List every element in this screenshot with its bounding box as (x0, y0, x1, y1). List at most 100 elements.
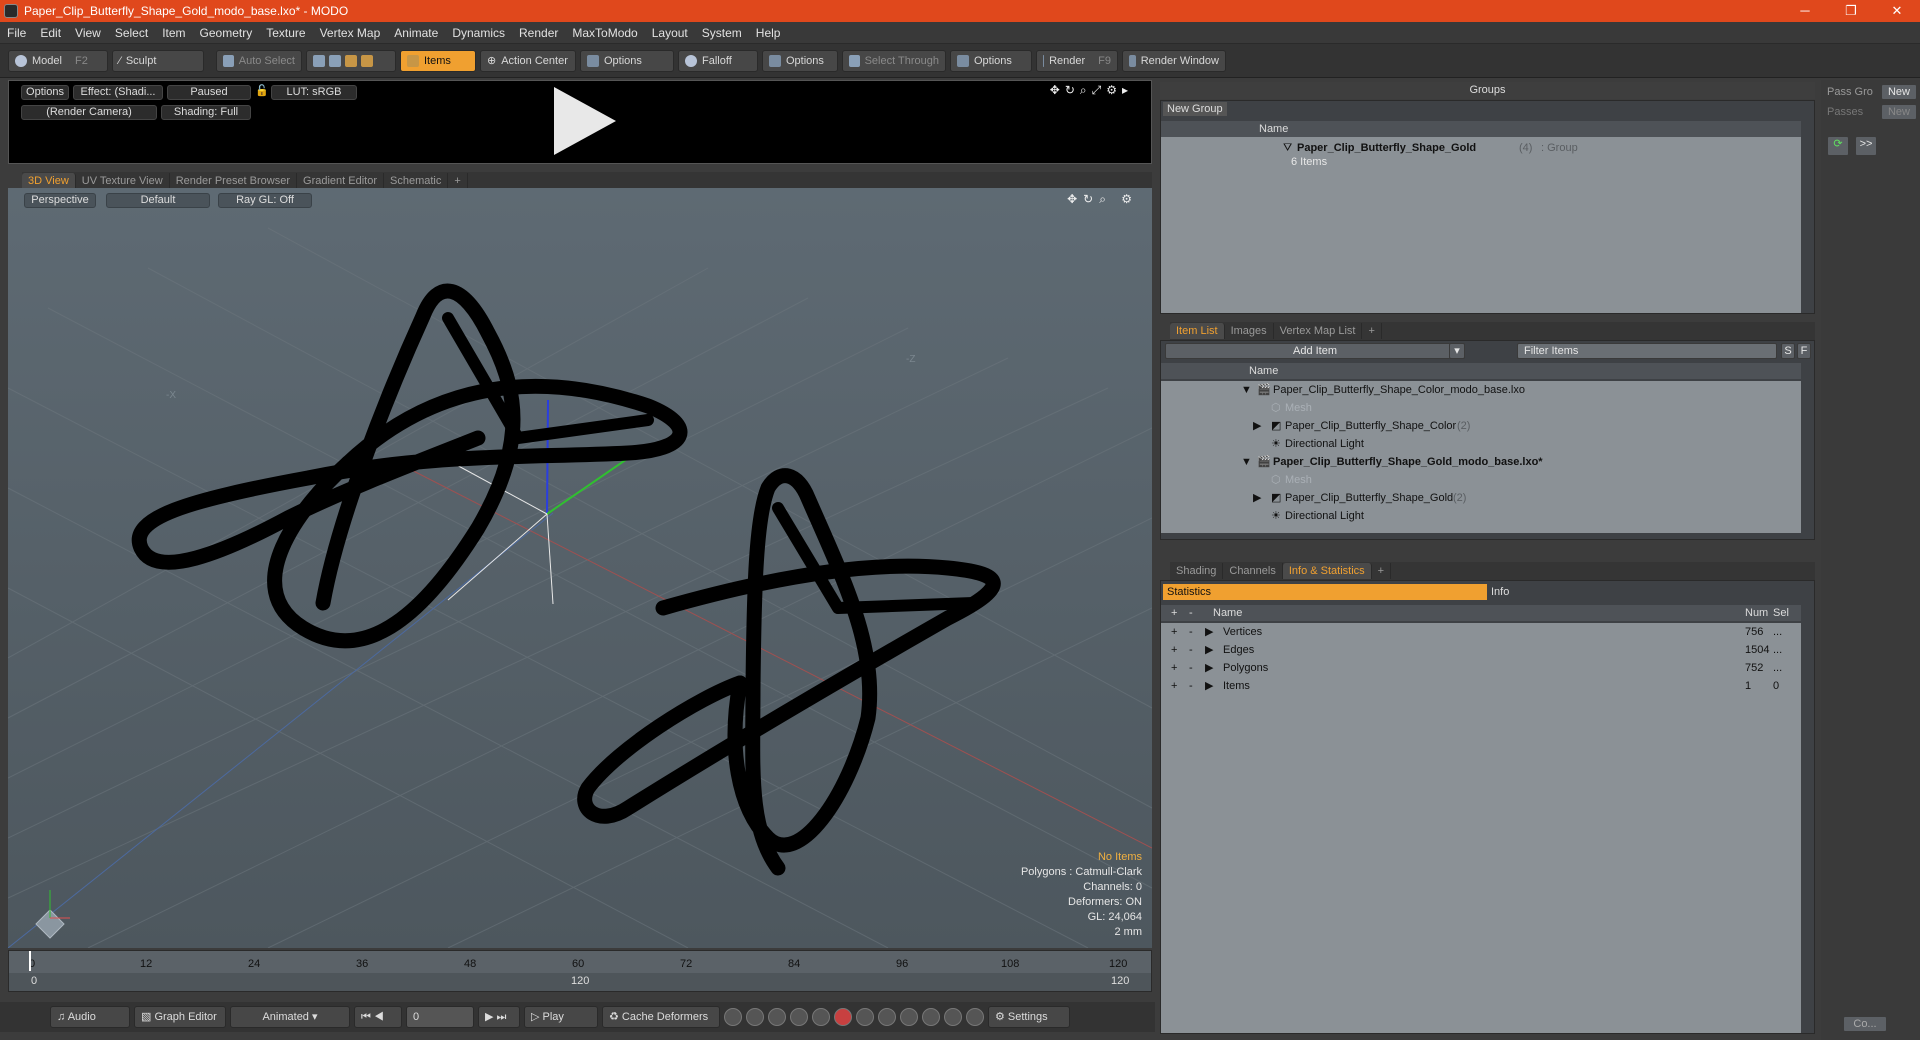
graph-editor-button[interactable]: ▧ Graph Editor (134, 1006, 226, 1028)
stats-expand-all[interactable]: + (1171, 605, 1177, 621)
select-through-button[interactable]: Select Through (842, 49, 946, 72)
keyframe-icon[interactable] (746, 1008, 764, 1026)
cache-deformers-button[interactable]: ♻ Cache Deformers (602, 1006, 720, 1028)
row-expand-icon[interactable]: + (1171, 659, 1177, 677)
animated-dropdown[interactable]: Animated ▾ (230, 1006, 350, 1028)
tab-images[interactable]: Images (1225, 323, 1274, 339)
model-mode-button[interactable]: Model F2 (8, 49, 108, 72)
minimize-button[interactable]: ─ (1782, 0, 1828, 22)
render-camera-dropdown[interactable]: (Render Camera) (21, 105, 157, 120)
row-expand-icon[interactable]: + (1171, 623, 1177, 641)
mesh-row-gold[interactable]: ⬡ Mesh (1161, 471, 1801, 489)
select-through-options-button[interactable]: Options (950, 49, 1032, 72)
tab-shading[interactable]: Shading (1170, 563, 1224, 579)
close-button[interactable]: ✕ (1874, 0, 1920, 22)
row-collapse-icon[interactable]: - (1189, 659, 1193, 677)
restore-button[interactable]: ❐ (1828, 0, 1874, 22)
row-expand-icon[interactable]: + (1171, 641, 1177, 659)
locator-row-gold[interactable]: ▶ ◩ Paper_Clip_Butterfly_Shape_Gold (2) (1161, 489, 1801, 507)
menu-vertex-map[interactable]: Vertex Map (313, 26, 388, 40)
filter-f-button[interactable]: F (1797, 343, 1811, 359)
new-pass-button[interactable]: New (1881, 104, 1917, 120)
scene-row-color[interactable]: ▼ 🎬 Paper_Clip_Butterfly_Shape_Color_mod… (1161, 381, 1801, 399)
audio-button[interactable]: ♫ Audio (50, 1006, 130, 1028)
menu-select[interactable]: Select (108, 26, 155, 40)
range-bar[interactable]: 0 120 120 (9, 973, 1151, 991)
materials-mode-icon[interactable] (361, 54, 373, 67)
play-button[interactable]: ▷ Play (524, 1006, 598, 1028)
stats-row-edges[interactable]: + - ▶ Edges 1504 ... (1161, 641, 1801, 659)
play-preview-icon[interactable] (554, 87, 616, 155)
new-group-button[interactable]: New Group (1163, 102, 1227, 116)
first-key-icon[interactable] (878, 1008, 896, 1026)
last-key-icon[interactable] (900, 1008, 918, 1026)
menu-animate[interactable]: Animate (387, 26, 445, 40)
tab-gradient-editor[interactable]: Gradient Editor (297, 173, 384, 189)
record-icon[interactable] (834, 1008, 852, 1026)
light-row-color[interactable]: ☀ Directional Light (1161, 435, 1801, 453)
tab-info-statistics[interactable]: Info & Statistics (1282, 563, 1372, 579)
stats-row-items[interactable]: + - ▶ Items 1 0 (1161, 677, 1801, 695)
menu-view[interactable]: View (68, 26, 108, 40)
tab-item-list[interactable]: Item List (1170, 323, 1225, 339)
menu-maxtomodo[interactable]: MaxToModo (565, 26, 644, 40)
menu-file[interactable]: File (0, 26, 33, 40)
menu-texture[interactable]: Texture (259, 26, 312, 40)
settings-button[interactable]: ⚙ Settings (988, 1006, 1070, 1028)
prev-key-icon[interactable] (768, 1008, 786, 1026)
tab-vertex-map-list[interactable]: Vertex Map List (1274, 323, 1363, 339)
items-mode-button[interactable]: Items (400, 49, 476, 72)
polygons-mode-icon[interactable] (345, 54, 357, 67)
vertices-mode-icon[interactable] (313, 54, 325, 67)
row-expand-icon[interactable]: + (1171, 677, 1177, 695)
tab-3d-view[interactable]: 3D View (22, 173, 76, 189)
key-icon[interactable] (724, 1008, 742, 1026)
shading-dropdown[interactable]: Shading: Full (161, 105, 251, 120)
sculpt-mode-button[interactable]: ⁄ Sculpt (112, 49, 204, 72)
locator-row-color[interactable]: ▶ ◩ Paper_Clip_Butterfly_Shape_Color (2) (1161, 417, 1801, 435)
menu-system[interactable]: System (695, 26, 749, 40)
row-collapse-icon[interactable]: - (1189, 623, 1193, 641)
menu-render[interactable]: Render (512, 26, 565, 40)
menu-edit[interactable]: Edit (33, 26, 68, 40)
scene-row-gold[interactable]: ▼ 🎬 Paper_Clip_Butterfly_Shape_Gold_modo… (1161, 453, 1801, 471)
menu-geometry[interactable]: Geometry (193, 26, 260, 40)
lut-dropdown[interactable]: LUT: sRGB (271, 85, 357, 100)
playhead[interactable] (29, 951, 31, 971)
statistics-subtab[interactable]: Statistics (1163, 584, 1487, 600)
paper-clip-gold[interactable] (577, 468, 1001, 876)
paper-clip-color[interactable] (131, 283, 688, 648)
render-window-button[interactable]: Render Window (1122, 49, 1226, 72)
menu-dynamics[interactable]: Dynamics (445, 26, 512, 40)
action-center-options-button[interactable]: Options (580, 49, 674, 72)
add-tab-button[interactable]: + (1362, 323, 1382, 339)
add-tab-button[interactable]: + (1372, 563, 1392, 579)
stats-row-polygons[interactable]: + - ▶ Polygons 752 ... (1161, 659, 1801, 677)
tab-uv-texture-view[interactable]: UV Texture View (76, 173, 170, 189)
stats-collapse-all[interactable]: - (1189, 605, 1193, 621)
light-row-gold[interactable]: ☀ Directional Light (1161, 507, 1801, 525)
row-collapse-icon[interactable]: - (1189, 677, 1193, 695)
frame-input[interactable]: 0 (406, 1006, 474, 1028)
group-row[interactable]: ⛛ Paper_Clip_Butterfly_Shape_Gold (4) : … (1161, 139, 1801, 157)
projection-dropdown[interactable]: Perspective (24, 193, 96, 208)
raygl-dropdown[interactable]: Ray GL: Off (218, 193, 312, 208)
filter-items-input[interactable]: Filter Items (1517, 343, 1777, 359)
expand-button[interactable]: >> (1855, 136, 1877, 156)
paused-button[interactable]: Paused (167, 85, 251, 100)
row-collapse-icon[interactable]: - (1189, 641, 1193, 659)
falloff-options-button[interactable]: Options (762, 49, 838, 72)
mesh-row-color[interactable]: ⬡ Mesh (1161, 399, 1801, 417)
tab-render-preset-browser[interactable]: Render Preset Browser (170, 173, 298, 189)
menu-layout[interactable]: Layout (645, 26, 695, 40)
3d-viewport[interactable]: -X -Z No Items Polygons : Catmull-Clark … (8, 188, 1152, 948)
refresh-icon[interactable]: ⟳ (1827, 136, 1849, 156)
stats-row-vertices[interactable]: + - ▶ Vertices 756 ... (1161, 623, 1801, 641)
edges-mode-icon[interactable] (329, 54, 341, 67)
add-item-button[interactable]: Add Item (1165, 343, 1465, 359)
view-style-dropdown[interactable]: Default (106, 193, 210, 208)
tab-schematic[interactable]: Schematic (384, 173, 449, 189)
timeline-ruler[interactable]: 0 12 24 36 48 60 72 84 96 108 120 (9, 951, 1151, 971)
link-icon[interactable] (922, 1008, 940, 1026)
timeline[interactable]: 0 12 24 36 48 60 72 84 96 108 120 0 120 … (8, 950, 1152, 992)
